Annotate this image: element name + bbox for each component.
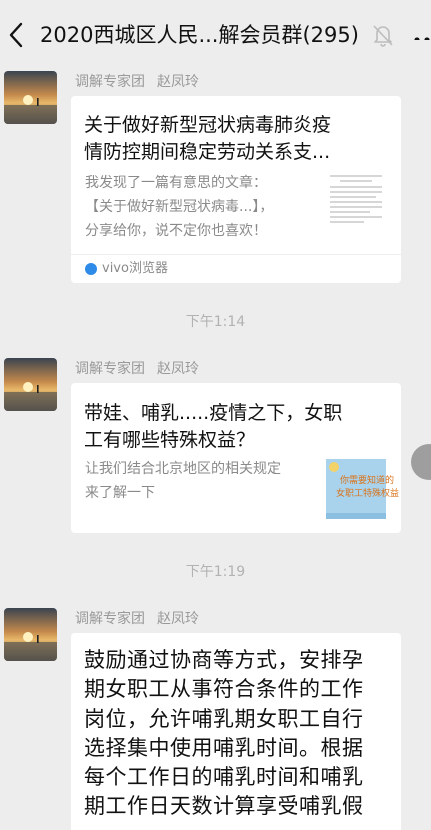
message-text-line: 鼓励通过协商等方式，安排孕 bbox=[84, 648, 364, 672]
card-description-line: 我发现了一篇有意思的文章： bbox=[85, 175, 267, 191]
more-dots-icon bbox=[414, 37, 430, 40]
message-text-line: 选择集中使用哺乳时间。根据 bbox=[84, 735, 364, 760]
chat-header: 2020西城区人民...解会员群(295) bbox=[0, 0, 431, 70]
message-timestamp: 下午1:19 bbox=[185, 564, 246, 580]
text-message-bubble[interactable]: 鼓励通过协商等方式，安排孕 期女职工从事符合条件的工作 岗位，允许哺乳期女职工自… bbox=[71, 633, 401, 830]
sender-avatar[interactable] bbox=[4, 358, 57, 411]
message-text: 鼓励通过协商等方式，安排孕 期女职工从事符合条件的工作 岗位，允许哺乳期女职工自… bbox=[84, 646, 394, 822]
thumbnail-text-line: 女职工特殊权益 bbox=[336, 489, 400, 499]
message-text-line: 岗位，允许哺乳期女职工自行 bbox=[84, 706, 364, 731]
chat-title: 2020西城区人民...解会员群(295) bbox=[40, 23, 359, 47]
card-title-line: 关于做好新型冠状病毒肺炎疫 bbox=[84, 114, 332, 136]
vivo-browser-icon bbox=[85, 263, 97, 275]
card-description-line: 【关于做好新型冠状病毒...】， bbox=[85, 199, 274, 215]
card-title-line: 工有哪些特殊权益？ bbox=[84, 429, 256, 451]
sender-group: 调解专家团 bbox=[75, 74, 145, 90]
card-description-line: 让我们结合北京地区的相关规定 bbox=[85, 461, 281, 477]
document-thumbnail-image bbox=[326, 170, 386, 230]
shared-article-card[interactable]: 关于做好新型冠状病毒肺炎疫 情防控期间稳定劳动关系支... 我发现了一篇有意思的… bbox=[71, 96, 401, 283]
card-description-line: 分享给你，说不定你也喜欢！ bbox=[85, 223, 267, 239]
card-title-line: 带娃、哺乳.....疫情之下，女职 bbox=[84, 402, 343, 424]
back-button[interactable] bbox=[4, 20, 28, 50]
sender-group: 调解专家团 bbox=[75, 361, 145, 377]
message-timestamp: 下午1:14 bbox=[185, 314, 246, 330]
more-button[interactable] bbox=[412, 30, 431, 40]
message-text-line: 期工作日天数计算享受哺乳假 bbox=[84, 794, 364, 819]
card-source-label: vivo浏览器 bbox=[102, 261, 168, 276]
thumbnail-text-line: 你需要知道的 bbox=[340, 476, 395, 486]
sender-name: 赵凤玲 bbox=[157, 611, 199, 627]
sender-label: 调解专家团 赵凤玲 bbox=[75, 71, 199, 93]
sender-label: 调解专家团 赵凤玲 bbox=[75, 358, 199, 380]
article-thumbnail-image: 你需要知道的 女职工特殊权益 bbox=[326, 459, 399, 519]
card-source-bar: vivo浏览器 bbox=[71, 254, 401, 283]
message-text-line: 期女职工从事符合条件的工作 bbox=[84, 677, 364, 702]
sunset-avatar-image bbox=[4, 71, 57, 124]
floating-side-button[interactable] bbox=[411, 444, 431, 480]
sender-avatar[interactable] bbox=[4, 608, 57, 661]
sender-name: 赵凤玲 bbox=[157, 74, 199, 90]
bell-off-icon bbox=[373, 25, 393, 47]
sender-name: 赵凤玲 bbox=[157, 361, 199, 377]
card-title-line: 情防控期间稳定劳动关系支... bbox=[84, 141, 331, 163]
sender-avatar[interactable] bbox=[4, 71, 57, 124]
sunset-avatar-image bbox=[4, 358, 57, 411]
sender-label: 调解专家团 赵凤玲 bbox=[75, 608, 199, 630]
chevron-left-icon bbox=[9, 22, 23, 48]
sunset-avatar-image bbox=[4, 608, 57, 661]
sender-group: 调解专家团 bbox=[75, 611, 145, 627]
card-description-line: 来了解一下 bbox=[85, 485, 155, 501]
shared-article-card[interactable]: 带娃、哺乳.....疫情之下，女职 工有哪些特殊权益？ 让我们结合北京地区的相关… bbox=[71, 383, 401, 533]
message-text-line: 每个工作日的哺乳时间和哺乳 bbox=[84, 765, 364, 790]
